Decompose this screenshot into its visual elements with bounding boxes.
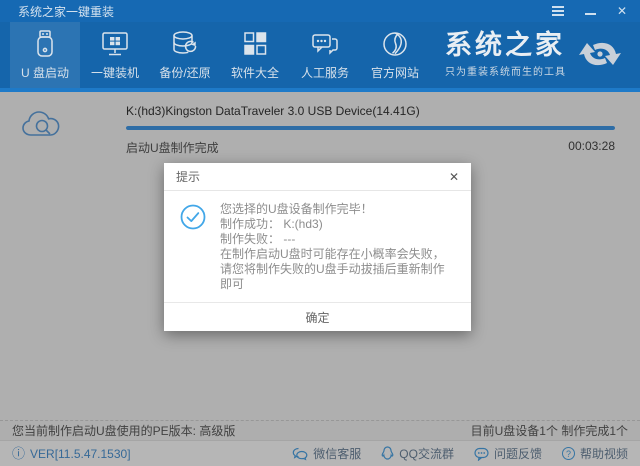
dialog-line-failed: 制作失败： --- <box>220 232 296 246</box>
dialog-close-icon[interactable]: ✕ <box>449 170 459 184</box>
monitor-windows-icon <box>100 29 130 59</box>
chat-service-icon <box>310 29 340 59</box>
dialog-message: 您选择的U盘设备制作完毕！ 制作成功： K:(hd3) 制作失败： --- 在制… <box>220 202 455 292</box>
dialog-line-complete: 您选择的U盘设备制作完毕！ <box>220 202 373 216</box>
nav-label: 软件大全 <box>230 66 279 80</box>
dialog-line-success: 制作成功： K:(hd3) <box>220 217 323 231</box>
usb-drive-icon <box>32 29 58 59</box>
dialog-title: 提示 <box>176 170 201 184</box>
nav-item-one-click-install[interactable]: 一键装机 <box>80 22 150 88</box>
database-restore-icon <box>170 29 200 59</box>
nav-label: 官方网站 <box>370 66 419 80</box>
dialog-header: 提示 ✕ <box>164 163 471 191</box>
nav-label: 人工服务 <box>300 66 349 80</box>
success-check-icon <box>180 204 206 292</box>
nav-item-usb-boot[interactable]: U 盘启动 <box>10 22 80 88</box>
swirl-arrows-icon <box>574 34 626 77</box>
apps-grid-icon <box>241 29 269 59</box>
brand-tagline: 只为重装系统而生的工具 <box>445 67 566 78</box>
brand-logo: 系统之家 只为重装系统而生的工具 <box>445 22 640 88</box>
nav-item-backup-restore[interactable]: 备份/还原 <box>150 22 220 88</box>
titlebar: 系统之家一键重装 ✕ <box>0 0 640 22</box>
dialog-footer: 确定 <box>164 302 471 331</box>
dialog-body: 您选择的U盘设备制作完毕！ 制作成功： K:(hd3) 制作失败： --- 在制… <box>164 191 471 302</box>
nav-item-software[interactable]: 软件大全 <box>220 22 290 88</box>
menu-icon[interactable] <box>550 3 566 19</box>
nav-label: U 盘启动 <box>20 66 69 80</box>
nav-item-website[interactable]: 官方网站 <box>360 22 430 88</box>
nav-label: 一键装机 <box>90 66 139 80</box>
nav-label: 备份/还原 <box>159 66 211 80</box>
app-window: 系统之家一键重装 ✕ U 盘启动 一键装机 备份/还原 软件大全 人工服务 官方… <box>0 0 640 466</box>
window-title: 系统之家一键重装 <box>18 4 115 19</box>
globe-icon <box>380 29 410 59</box>
main-nav: U 盘启动 一键装机 备份/还原 软件大全 人工服务 官方网站 系统之家 只为重… <box>0 22 640 88</box>
brand-title: 系统之家 <box>445 30 565 60</box>
result-dialog: 提示 ✕ 您选择的U盘设备制作完毕！ 制作成功： K:(hd3) 制作失败： -… <box>164 163 471 331</box>
minimize-button[interactable] <box>582 3 598 19</box>
confirm-button[interactable]: 确定 <box>291 306 344 328</box>
close-button[interactable]: ✕ <box>614 3 630 19</box>
nav-item-service[interactable]: 人工服务 <box>290 22 360 88</box>
dialog-line-note: 在制作启动U盘时可能存在小概率会失败，请您将制作失败的U盘手动拔插后重新制作即可 <box>220 247 445 291</box>
window-controls: ✕ <box>550 3 630 19</box>
